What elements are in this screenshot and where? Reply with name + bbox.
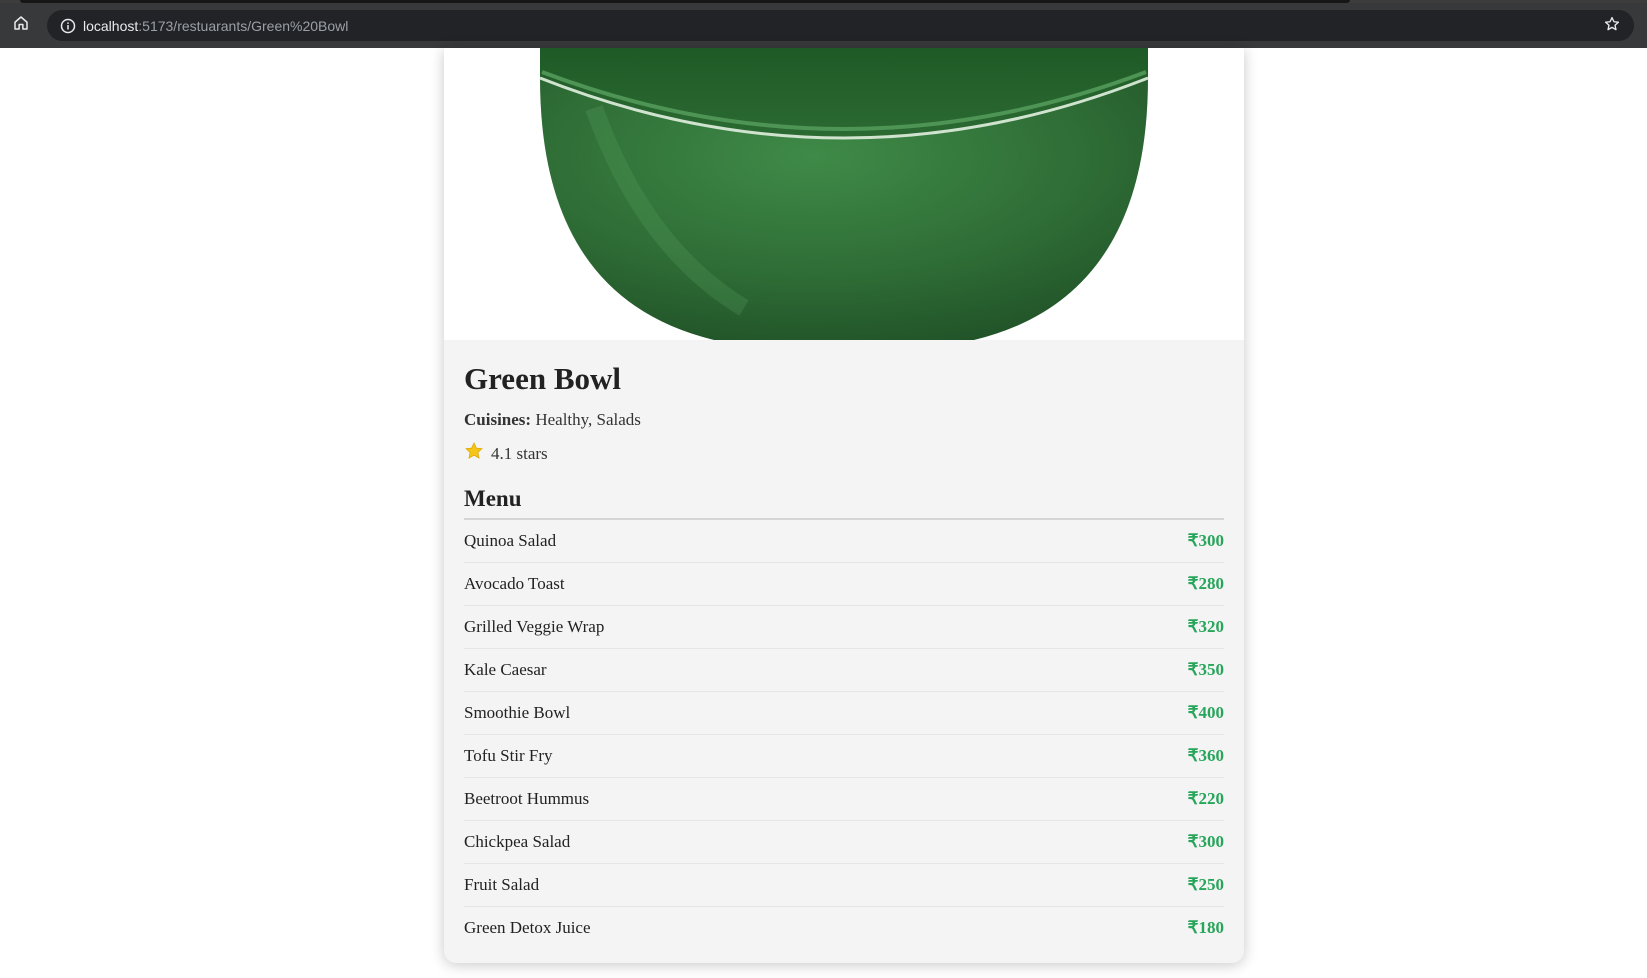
home-icon (12, 14, 30, 37)
restaurant-name: Green Bowl (464, 361, 621, 396)
menu-item: Chickpea Salad ₹300 (464, 821, 1224, 864)
menu-item: Kale Caesar ₹350 (464, 649, 1224, 692)
url-path: :5173/restuarants/Green%20Bowl (138, 17, 349, 34)
menu-item-name: Fruit Salad (464, 875, 540, 894)
url-host: localhost (83, 17, 139, 34)
address-bar[interactable]: localhost:5173/restuarants/Green%20Bowl (47, 10, 1634, 41)
menu-item-name: Chickpea Salad (464, 832, 571, 851)
rating-text: 4.1 stars (491, 444, 548, 463)
menu-item: Smoothie Bowl ₹400 (464, 692, 1224, 735)
menu-item-name: Quinoa Salad (464, 531, 557, 550)
menu-item: Grilled Veggie Wrap ₹320 (464, 606, 1224, 649)
menu-item-price: ₹280 (1187, 574, 1224, 593)
star-outline-icon (1603, 15, 1621, 36)
menu-item-price: ₹400 (1187, 703, 1224, 722)
menu-item: Fruit Salad ₹250 (464, 864, 1224, 907)
menu-list: Quinoa Salad ₹300 Avocado Toast ₹280 Grill… (464, 520, 1224, 949)
bowl-image (539, 48, 1149, 340)
menu-item-name: Tofu Stir Fry (464, 746, 553, 765)
menu-item-price: ₹220 (1187, 789, 1224, 808)
menu-item-name: Grilled Veggie Wrap (464, 617, 605, 636)
menu-item: Tofu Stir Fry ₹360 (464, 735, 1224, 778)
menu-item-name: Beetroot Hummus (464, 789, 590, 808)
cuisines-value: Healthy, Salads (535, 410, 641, 429)
menu-item: Quinoa Salad ₹300 (464, 520, 1224, 563)
browser-toolbar: localhost:5173/restuarants/Green%20Bowl (0, 3, 1647, 48)
menu-item: Beetroot Hummus ₹220 (464, 778, 1224, 821)
bookmark-button[interactable] (1600, 13, 1624, 37)
menu-item-price: ₹180 (1187, 918, 1224, 937)
menu-item-price: ₹300 (1187, 832, 1224, 851)
menu-item-price: ₹360 (1187, 746, 1224, 765)
menu-item-price: ₹320 (1187, 617, 1224, 636)
menu-item-price: ₹250 (1187, 875, 1224, 894)
menu-item-price: ₹350 (1187, 660, 1224, 679)
menu-item-name: Green Detox Juice (464, 918, 591, 937)
restaurant-card: Green Bowl Cuisines: Healthy, Salads 4.1… (444, 48, 1244, 963)
rating: 4.1 stars (464, 441, 1224, 467)
menu-item: Avocado Toast ₹280 (464, 563, 1224, 606)
restaurant-image (444, 48, 1244, 340)
home-button[interactable] (9, 13, 33, 37)
restaurant-details: Green Bowl Cuisines: Healthy, Salads 4.1… (444, 360, 1244, 949)
menu-item: Green Detox Juice ₹180 (464, 907, 1224, 949)
menu-item-price: ₹300 (1187, 531, 1224, 550)
menu-item-name: Avocado Toast (464, 574, 565, 593)
cuisines-label: Cuisines: (464, 410, 532, 429)
menu-item-name: Smoothie Bowl (464, 703, 571, 722)
cuisines: Cuisines: Healthy, Salads (464, 409, 1224, 431)
info-icon[interactable] (53, 18, 83, 34)
menu-heading: Menu (464, 486, 1224, 520)
star-icon (464, 441, 491, 467)
menu-item-name: Kale Caesar (464, 660, 547, 679)
